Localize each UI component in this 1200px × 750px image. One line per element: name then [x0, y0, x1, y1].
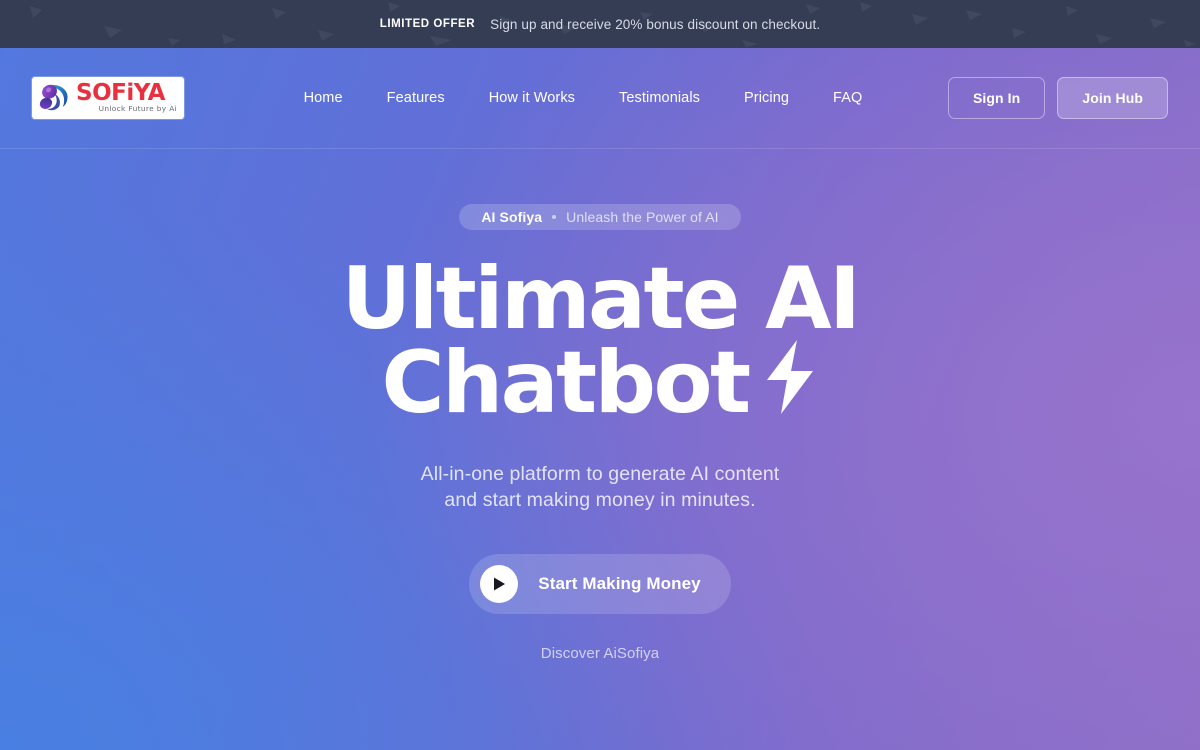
nav-item-testimonials[interactable]: Testimonials: [597, 82, 722, 114]
announcement-label: LIMITED OFFER: [379, 18, 476, 30]
nav-item-how-it-works[interactable]: How it Works: [467, 82, 597, 114]
page-title: Ultimate AI Chatbot: [341, 249, 861, 426]
headline-line-1: Ultimate AI: [341, 249, 861, 349]
nav-item-features[interactable]: Features: [365, 82, 467, 114]
hero-subtitle-line-1: All-in-one platform to generate AI conte…: [420, 462, 780, 485]
announcement-bar: LIMITED OFFER Sign up and receive 20% bo…: [0, 0, 1200, 48]
headline-line-2-wrap: Chatbot: [342, 339, 859, 426]
cta-label: Start Making Money: [538, 573, 701, 593]
hero-subtitle: All-in-one platform to generate AI conte…: [421, 462, 780, 514]
nav-item-home[interactable]: Home: [282, 82, 365, 114]
sign-in-button[interactable]: Sign In: [947, 77, 1046, 119]
announcement-text: Sign up and receive 20% bonus discount o…: [490, 16, 821, 32]
discover-link[interactable]: Discover AiSofiya: [541, 645, 659, 662]
main-nav: Home Features How it Works Testimonials …: [218, 82, 948, 114]
logo[interactable]: SOFiYA Unlock Future by Ai: [32, 77, 184, 119]
hero-section: AI Sofiya Unleash the Power of AI Ultima…: [0, 149, 1200, 662]
landing-page: LIMITED OFFER Sign up and receive 20% bo…: [0, 0, 1200, 750]
headline-line-2: Chatbot: [381, 332, 751, 433]
lightning-bolt-icon: [761, 339, 819, 426]
badge-separator-dot: [552, 215, 557, 219]
start-making-money-button[interactable]: Start Making Money: [469, 553, 731, 614]
logo-tagline: Unlock Future by Ai: [98, 103, 177, 113]
nav-item-pricing[interactable]: Pricing: [722, 82, 811, 114]
hero-badge: AI Sofiya Unleash the Power of AI: [459, 204, 741, 230]
logo-wordmark: SOFiYA: [76, 80, 165, 106]
nav-item-faq[interactable]: FAQ: [811, 82, 884, 114]
play-icon: [480, 564, 519, 603]
hero-subtitle-line-2: and start making money in minutes.: [444, 488, 756, 511]
join-hub-button[interactable]: Join Hub: [1057, 77, 1168, 119]
hero-badge-subtitle: Unleash the Power of AI: [566, 209, 719, 225]
swirl-orbit-icon: [39, 84, 68, 111]
hero-badge-title: AI Sofiya: [481, 209, 543, 225]
auth-actions: Sign In Join Hub: [947, 77, 1168, 119]
site-header: SOFiYA Unlock Future by Ai Home Features…: [0, 48, 1200, 149]
